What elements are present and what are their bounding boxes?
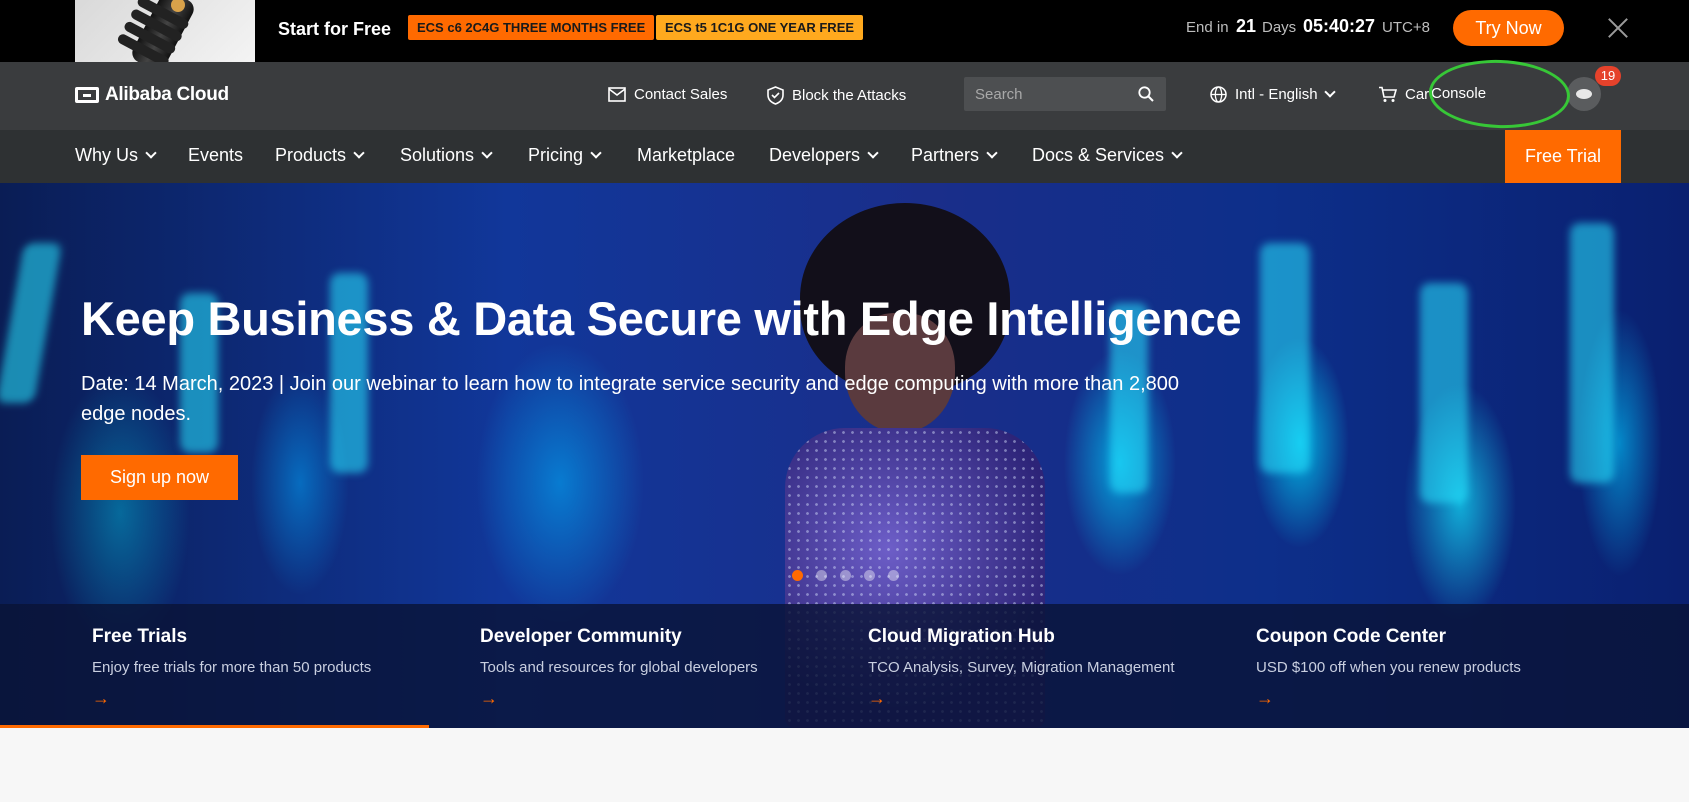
- language-label: Intl - English: [1235, 86, 1318, 103]
- try-now-button[interactable]: Try Now: [1453, 10, 1564, 46]
- promo-start-label: Start for Free: [278, 19, 392, 39]
- promo-tag-ecs-c6[interactable]: ECS c6 2C4G THREE MONTHS FREE: [408, 15, 655, 40]
- chevron-down-icon: [1171, 147, 1183, 159]
- carousel-dot[interactable]: [816, 570, 827, 581]
- nav-label: Why Us: [75, 145, 138, 165]
- block-attacks-label: Block the Attacks: [792, 87, 907, 104]
- contact-sales-label: Contact Sales: [634, 86, 728, 103]
- nav-label: Marketplace: [637, 145, 736, 165]
- main-nav: Why Us Events Products Solutions Pricing…: [0, 130, 1689, 183]
- carousel-dot[interactable]: [792, 570, 803, 581]
- free-trial-button[interactable]: Free Trial: [1505, 130, 1621, 183]
- chevron-down-icon: [145, 147, 157, 159]
- cart-link[interactable]: Cart: [1378, 86, 1433, 103]
- carousel-dot[interactable]: [840, 570, 851, 581]
- carousel-dots: [792, 570, 899, 581]
- alibaba-cloud-logo-icon: [75, 87, 99, 103]
- card-free-trials[interactable]: Free Trials Enjoy free trials for more t…: [92, 604, 480, 728]
- arrow-right-icon[interactable]: →: [92, 688, 110, 709]
- card-coupon-code-center[interactable]: Coupon Code Center USD $100 off when you…: [1256, 604, 1644, 728]
- notification-badge: 19: [1595, 66, 1621, 86]
- promo-countdown: 05:40:27: [1303, 16, 1376, 36]
- card-title: Developer Community: [480, 626, 682, 647]
- globe-icon: [1210, 86, 1227, 103]
- logo-text: Alibaba Cloud: [105, 84, 229, 105]
- hero-light-stripe: [1420, 283, 1468, 503]
- card-description: Tools and resources for global developer…: [480, 659, 758, 676]
- card-title: Free Trials: [92, 626, 188, 647]
- nav-item-events[interactable]: Events: [188, 145, 243, 166]
- hero-light-stripe: [1570, 223, 1614, 483]
- nav-label: Docs & Services: [1032, 145, 1165, 165]
- console-link[interactable]: Console: [1431, 85, 1486, 102]
- card-title: Coupon Code Center: [1256, 626, 1446, 647]
- top-header: Alibaba Cloud Contact Sales Block the At…: [0, 62, 1689, 130]
- card-description: USD $100 off when you renew products: [1256, 659, 1521, 676]
- hero-light-stripe: [0, 243, 63, 403]
- card-developer-community[interactable]: Developer Community Tools and resources …: [480, 604, 868, 728]
- contact-sales-link[interactable]: Contact Sales: [608, 86, 727, 103]
- chevron-down-icon: [986, 147, 998, 159]
- hero-banner: Keep Business & Data Secure with Edge In…: [0, 183, 1689, 728]
- promo-banner: Start for Free ECS c6 2C4G THREE MONTHS …: [0, 0, 1689, 62]
- nav-label: Developers: [769, 145, 861, 165]
- promo-product-image: [75, 0, 255, 62]
- feature-cards: Free Trials Enjoy free trials for more t…: [0, 604, 1689, 728]
- carousel-dot[interactable]: [864, 570, 875, 581]
- nav-label: Solutions: [400, 145, 475, 165]
- cart-icon: [1379, 86, 1397, 102]
- card-description: TCO Analysis, Survey, Migration Manageme…: [868, 659, 1175, 676]
- card-description: Enjoy free trials for more than 50 produ…: [92, 659, 372, 676]
- search-placeholder: Search: [975, 86, 1023, 103]
- promo-end-label: End in: [1186, 19, 1229, 36]
- nav-item-why-us[interactable]: Why Us: [75, 145, 157, 166]
- chevron-down-icon: [353, 147, 365, 159]
- chevron-down-icon: [590, 147, 602, 159]
- logo[interactable]: Alibaba Cloud: [75, 84, 229, 106]
- close-icon[interactable]: [1606, 16, 1630, 40]
- cart-label: Cart: [1405, 86, 1434, 103]
- arrow-right-icon[interactable]: →: [868, 688, 886, 709]
- block-attacks-link[interactable]: Block the Attacks: [767, 86, 906, 105]
- nav-item-products[interactable]: Products: [275, 145, 365, 166]
- nav-item-developers[interactable]: Developers: [769, 145, 879, 166]
- nav-label: Partners: [911, 145, 980, 165]
- nav-item-partners[interactable]: Partners: [911, 145, 998, 166]
- nav-item-pricing[interactable]: Pricing: [528, 145, 602, 166]
- language-selector[interactable]: Intl - English: [1210, 86, 1336, 103]
- promo-timezone: UTC+8: [1382, 19, 1430, 36]
- arrow-right-icon[interactable]: →: [1256, 688, 1274, 709]
- shield-icon: [767, 86, 784, 105]
- chevron-down-icon: [481, 147, 493, 159]
- carousel-dot[interactable]: [888, 570, 899, 581]
- arrow-right-icon[interactable]: →: [480, 688, 498, 709]
- promo-days-label: Days: [1262, 19, 1297, 36]
- nav-item-marketplace[interactable]: Marketplace: [637, 145, 735, 166]
- search-input[interactable]: Search: [964, 77, 1166, 111]
- nav-item-solutions[interactable]: Solutions: [400, 145, 493, 166]
- card-title: Cloud Migration Hub: [868, 626, 1055, 647]
- chevron-down-icon: [1323, 86, 1336, 98]
- chevron-down-icon: [867, 147, 879, 159]
- nav-label: Events: [188, 145, 244, 165]
- hero-title: Keep Business & Data Secure with Edge In…: [81, 292, 1242, 345]
- nav-label: Products: [275, 145, 347, 165]
- sign-up-button[interactable]: Sign up now: [81, 455, 238, 500]
- card-cloud-migration-hub[interactable]: Cloud Migration Hub TCO Analysis, Survey…: [868, 604, 1256, 728]
- promo-tag-ecs-t5[interactable]: ECS t5 1C1G ONE YEAR FREE: [656, 15, 864, 40]
- hero-light-stripe: [1260, 243, 1310, 473]
- carousel-progress-bar: [0, 725, 429, 728]
- hero-description: Date: 14 March, 2023 | Join our webinar …: [81, 373, 1180, 425]
- avatar[interactable]: [1567, 77, 1601, 111]
- mail-icon: [608, 87, 626, 102]
- nav-item-docs-services[interactable]: Docs & Services: [1032, 145, 1183, 166]
- nav-label: Pricing: [528, 145, 584, 165]
- search-icon[interactable]: [1138, 86, 1154, 102]
- promo-days-count: 21: [1236, 16, 1257, 36]
